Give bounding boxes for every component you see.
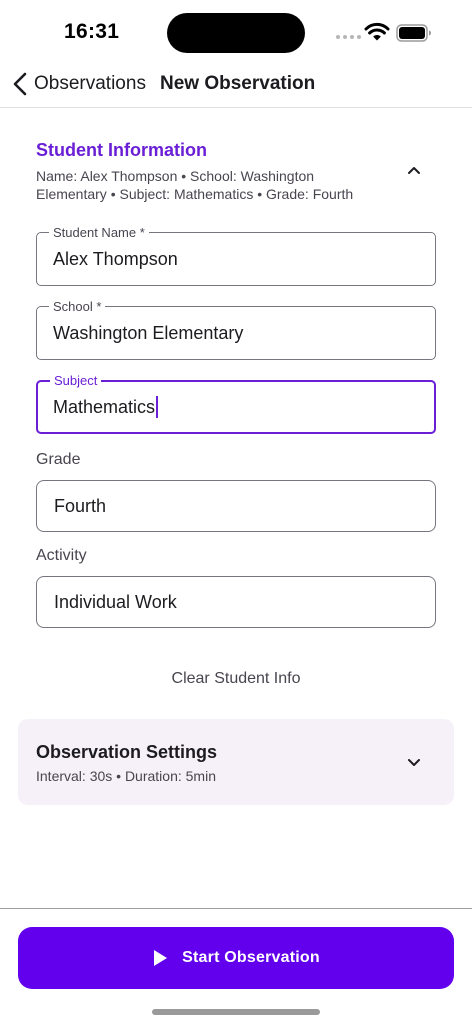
- grade-label: Grade: [36, 451, 81, 468]
- chevron-left-icon: [13, 72, 27, 96]
- student-name-field[interactable]: Student Name * Alex Thompson: [36, 225, 436, 286]
- wifi-icon: [364, 22, 390, 41]
- field-value: Washington Elementary: [53, 322, 244, 343]
- status-bar: 16:31: [0, 0, 472, 62]
- back-button[interactable]: Observations: [10, 68, 146, 100]
- activity-label: Activity: [36, 547, 87, 564]
- field-value: Mathematics: [53, 396, 156, 417]
- battery-icon: [396, 24, 431, 42]
- activity-field[interactable]: Individual Work: [36, 576, 436, 628]
- section-title: Student Information: [36, 140, 207, 160]
- home-indicator: [152, 1009, 320, 1015]
- school-field[interactable]: School * Washington Elementary: [36, 299, 436, 360]
- status-time: 16:31: [64, 20, 120, 43]
- chevron-up-icon[interactable]: [404, 160, 424, 180]
- back-label: Observations: [34, 73, 146, 94]
- settings-title: Observation Settings: [36, 742, 218, 762]
- observation-settings-card[interactable]: Observation Settings Interval: 30s • Dur…: [18, 719, 454, 805]
- field-value: Fourth: [54, 495, 107, 516]
- school-input[interactable]: Washington Elementary: [53, 307, 413, 359]
- text-caret: [156, 396, 159, 418]
- bottom-divider: [0, 908, 472, 909]
- section-summary: Name: Alex Thompson • School: Washington…: [36, 168, 354, 202]
- student-name-input[interactable]: Alex Thompson: [53, 233, 413, 285]
- start-observation-button[interactable]: Start Observation: [18, 927, 454, 989]
- cellular-signal-icon: [336, 35, 361, 39]
- dynamic-island: [167, 13, 305, 53]
- navigation-bar: Observations New Observation: [0, 62, 472, 108]
- field-value: Individual Work: [54, 591, 177, 612]
- settings-summary: Interval: 30s • Duration: 5min: [36, 768, 216, 784]
- start-observation-label: Start Observation: [182, 949, 320, 966]
- student-info-header[interactable]: Student Information Name: Alex Thompson …: [36, 140, 436, 203]
- activity-input[interactable]: Individual Work: [54, 577, 414, 627]
- play-icon: [154, 950, 168, 966]
- field-value: Alex Thompson: [53, 248, 178, 269]
- subject-input[interactable]: Mathematics: [53, 382, 413, 432]
- page-title: New Observation: [160, 73, 316, 94]
- chevron-down-icon[interactable]: [404, 752, 424, 772]
- subject-field[interactable]: Subject Mathematics: [36, 373, 436, 434]
- grade-input[interactable]: Fourth: [54, 481, 414, 531]
- clear-student-info-button[interactable]: Clear Student Info: [0, 670, 472, 688]
- grade-field[interactable]: Fourth: [36, 480, 436, 532]
